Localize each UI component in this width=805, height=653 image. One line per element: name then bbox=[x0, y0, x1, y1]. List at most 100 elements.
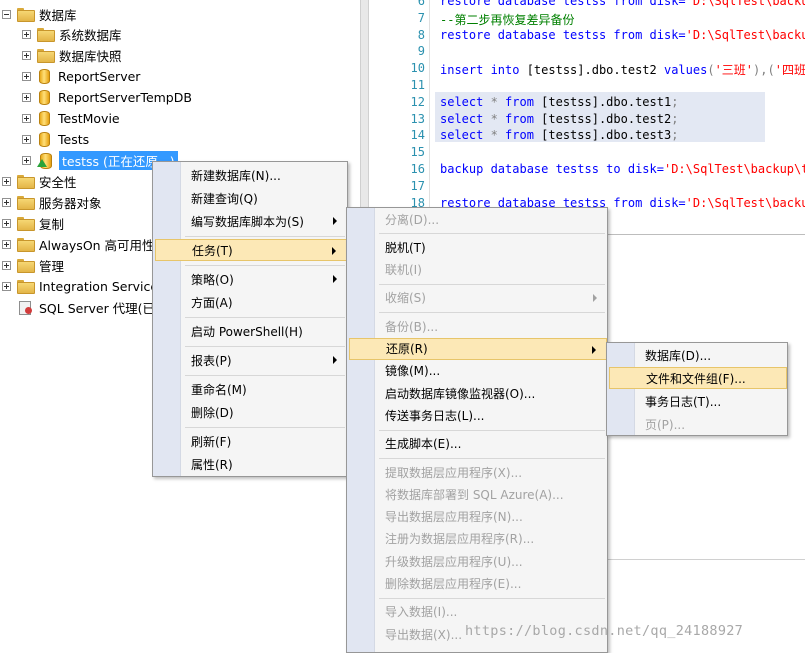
menu-rename[interactable]: 重命名(M) bbox=[181, 378, 347, 400]
expand-icon[interactable] bbox=[2, 239, 11, 249]
code-line[interactable]: select * from [testss].dbo.test3; bbox=[440, 128, 678, 142]
menu-mirror[interactable]: 镜像(M)... bbox=[375, 360, 607, 382]
code-token: insert into bbox=[440, 63, 527, 78]
tree-node[interactable]: 服务器对象 bbox=[2, 192, 102, 212]
line-number: 10 bbox=[410, 61, 425, 76]
menu-item-label: 还原(R) bbox=[386, 342, 428, 356]
sql-agent-icon bbox=[17, 300, 33, 315]
code-token: 'D:\SqlTest\backup\testss.bak' bbox=[685, 0, 805, 8]
menu-item-label: 启动数据库镜像监视器(O)... bbox=[385, 386, 536, 401]
menu-refresh[interactable]: 刷新(F) bbox=[181, 430, 347, 452]
tree-node-label: 数据库 bbox=[39, 7, 77, 23]
menu-item-label: 重命名(M) bbox=[191, 382, 247, 397]
code-token: ),( bbox=[753, 63, 775, 78]
folder-icon bbox=[17, 238, 35, 252]
menu-separator bbox=[185, 317, 345, 318]
expand-icon[interactable] bbox=[2, 218, 11, 228]
menu-facets[interactable]: 方面(A) bbox=[181, 291, 347, 313]
code-line[interactable]: select * from [testss].dbo.test1; bbox=[440, 95, 678, 109]
expand-icon[interactable] bbox=[22, 92, 31, 102]
folder-icon bbox=[37, 49, 55, 63]
menu-delete[interactable]: 删除(D) bbox=[181, 401, 347, 423]
menu-restore-page: 页(P)... bbox=[635, 413, 787, 435]
expand-icon[interactable] bbox=[22, 71, 31, 81]
menu-restore-database[interactable]: 数据库(D)... bbox=[635, 344, 787, 366]
code-token: ; bbox=[671, 94, 679, 109]
tree-node[interactable]: 管理 bbox=[2, 255, 64, 275]
expand-icon[interactable] bbox=[22, 50, 31, 60]
query-editor[interactable]: 6 7 8 9 10 11 12 13 14 15 16 17 18 restore database … bbox=[368, 0, 805, 235]
menu-restore[interactable]: 还原(R) bbox=[349, 337, 607, 360]
menu-reports[interactable]: 报表(P) bbox=[181, 349, 347, 371]
menu-generate-scripts[interactable]: 生成脚本(E)... bbox=[375, 433, 607, 455]
menu-policies[interactable]: 策略(O) bbox=[181, 268, 347, 290]
tree-node[interactable]: 数据库快照 bbox=[22, 45, 122, 65]
line-number: 15 bbox=[410, 145, 425, 160]
tree-node[interactable]: 复制 bbox=[2, 213, 64, 233]
code-line[interactable]: --第二步再恢复差异备份 bbox=[440, 11, 574, 28]
tree-node[interactable]: 安全性 bbox=[2, 171, 77, 191]
tree-node[interactable]: Tests bbox=[22, 129, 89, 149]
tree-node[interactable]: 数据库 bbox=[2, 4, 77, 24]
menu-properties[interactable]: 属性(R) bbox=[181, 453, 347, 475]
menu-script-database-as[interactable]: 编写数据库脚本为(S) bbox=[181, 210, 347, 232]
tree-node[interactable]: ReportServer bbox=[22, 66, 140, 86]
code-line[interactable]: restore database testss from disk='D:\Sq… bbox=[440, 0, 805, 8]
expand-icon[interactable] bbox=[2, 281, 11, 291]
folder-icon bbox=[17, 175, 35, 189]
code-line[interactable]: insert into [testss].dbo.test2 values('三… bbox=[440, 61, 805, 78]
menu-item-label: 数据库(D)... bbox=[645, 348, 712, 363]
expand-icon[interactable] bbox=[2, 176, 11, 186]
expand-icon[interactable] bbox=[2, 197, 11, 207]
menu-item-label: 删除(D) bbox=[191, 405, 234, 420]
code-token: restore database testss from disk= bbox=[440, 0, 686, 8]
tree-node[interactable]: Integration Services bbox=[2, 276, 165, 296]
menu-launch-mirroring-monitor[interactable]: 启动数据库镜像监视器(O)... bbox=[375, 382, 607, 404]
menu-separator bbox=[379, 597, 605, 599]
menu-item-label: 将数据库部署到 SQL Azure(A)... bbox=[385, 487, 564, 502]
menu-shrink: 收缩(S) bbox=[375, 287, 607, 309]
tree-node[interactable]: TestMovie bbox=[22, 108, 120, 128]
line-number: 7 bbox=[417, 10, 425, 25]
menu-item-label: 导入数据(I)... bbox=[385, 605, 458, 620]
expand-icon[interactable] bbox=[22, 134, 31, 144]
menu-start-powershell[interactable]: 启动 PowerShell(H) bbox=[181, 320, 347, 342]
code-line[interactable]: backup database testss to disk='D:\SqlTe… bbox=[440, 162, 805, 176]
expand-icon[interactable] bbox=[2, 260, 11, 270]
folder-icon bbox=[17, 259, 35, 273]
menu-restore-files-filegroups[interactable]: 文件和文件组(F)... bbox=[609, 367, 787, 389]
expand-icon[interactable] bbox=[22, 155, 31, 165]
menu-take-offline[interactable]: 脱机(T) bbox=[375, 236, 607, 258]
menu-new-database[interactable]: 新建数据库(N)... bbox=[181, 164, 347, 186]
collapse-icon[interactable] bbox=[2, 9, 11, 19]
menu-separator bbox=[379, 429, 605, 431]
menu-detach: 分离(D)... bbox=[375, 208, 607, 230]
menu-item-label: 编写数据库脚本为(S) bbox=[191, 214, 304, 229]
menu-item-label: 传送事务日志(L)... bbox=[385, 408, 485, 423]
menu-item-label: 注册为数据层应用程序(R)... bbox=[385, 532, 535, 547]
tree-node-label: 系统数据库 bbox=[59, 27, 122, 43]
expand-icon[interactable] bbox=[22, 113, 31, 123]
tree-node[interactable]: 系统数据库 bbox=[22, 24, 122, 44]
tree-node[interactable]: AlwaysOn 高可用性 bbox=[2, 234, 155, 254]
menu-tasks[interactable]: 任务(T) bbox=[155, 239, 347, 261]
code-token: [testss].dbo.test3 bbox=[541, 128, 672, 143]
expand-icon[interactable] bbox=[22, 29, 31, 39]
tree-node[interactable]: ReportServerTempDB bbox=[22, 87, 192, 107]
code-token: 'D:\SqlTest\backup\testss.bak' bbox=[685, 195, 805, 210]
code-line[interactable]: restore database testss from disk='D:\Sq… bbox=[440, 28, 805, 42]
menu-item-label: 策略(O) bbox=[191, 272, 234, 287]
menu-separator bbox=[185, 375, 345, 376]
menu-delete-data-tier: 删除数据层应用程序(E)... bbox=[375, 573, 607, 595]
menu-extract-data-tier: 提取数据层应用程序(X)... bbox=[375, 461, 607, 483]
menu-separator bbox=[185, 346, 345, 347]
line-number: 11 bbox=[410, 78, 425, 92]
menu-item-label: 导出数据(X)... bbox=[385, 627, 463, 642]
menu-backup: 备份(B)... bbox=[375, 315, 607, 337]
menu-item-label: 文件和文件组(F)... bbox=[646, 371, 746, 386]
code-line[interactable]: select * from [testss].dbo.test2; bbox=[440, 112, 678, 126]
menu-ship-transaction-logs[interactable]: 传送事务日志(L)... bbox=[375, 404, 607, 426]
menu-new-query[interactable]: 新建查询(Q) bbox=[181, 187, 347, 209]
menu-restore-transaction-log[interactable]: 事务日志(T)... bbox=[635, 390, 787, 412]
editor-splitter[interactable] bbox=[360, 0, 368, 235]
